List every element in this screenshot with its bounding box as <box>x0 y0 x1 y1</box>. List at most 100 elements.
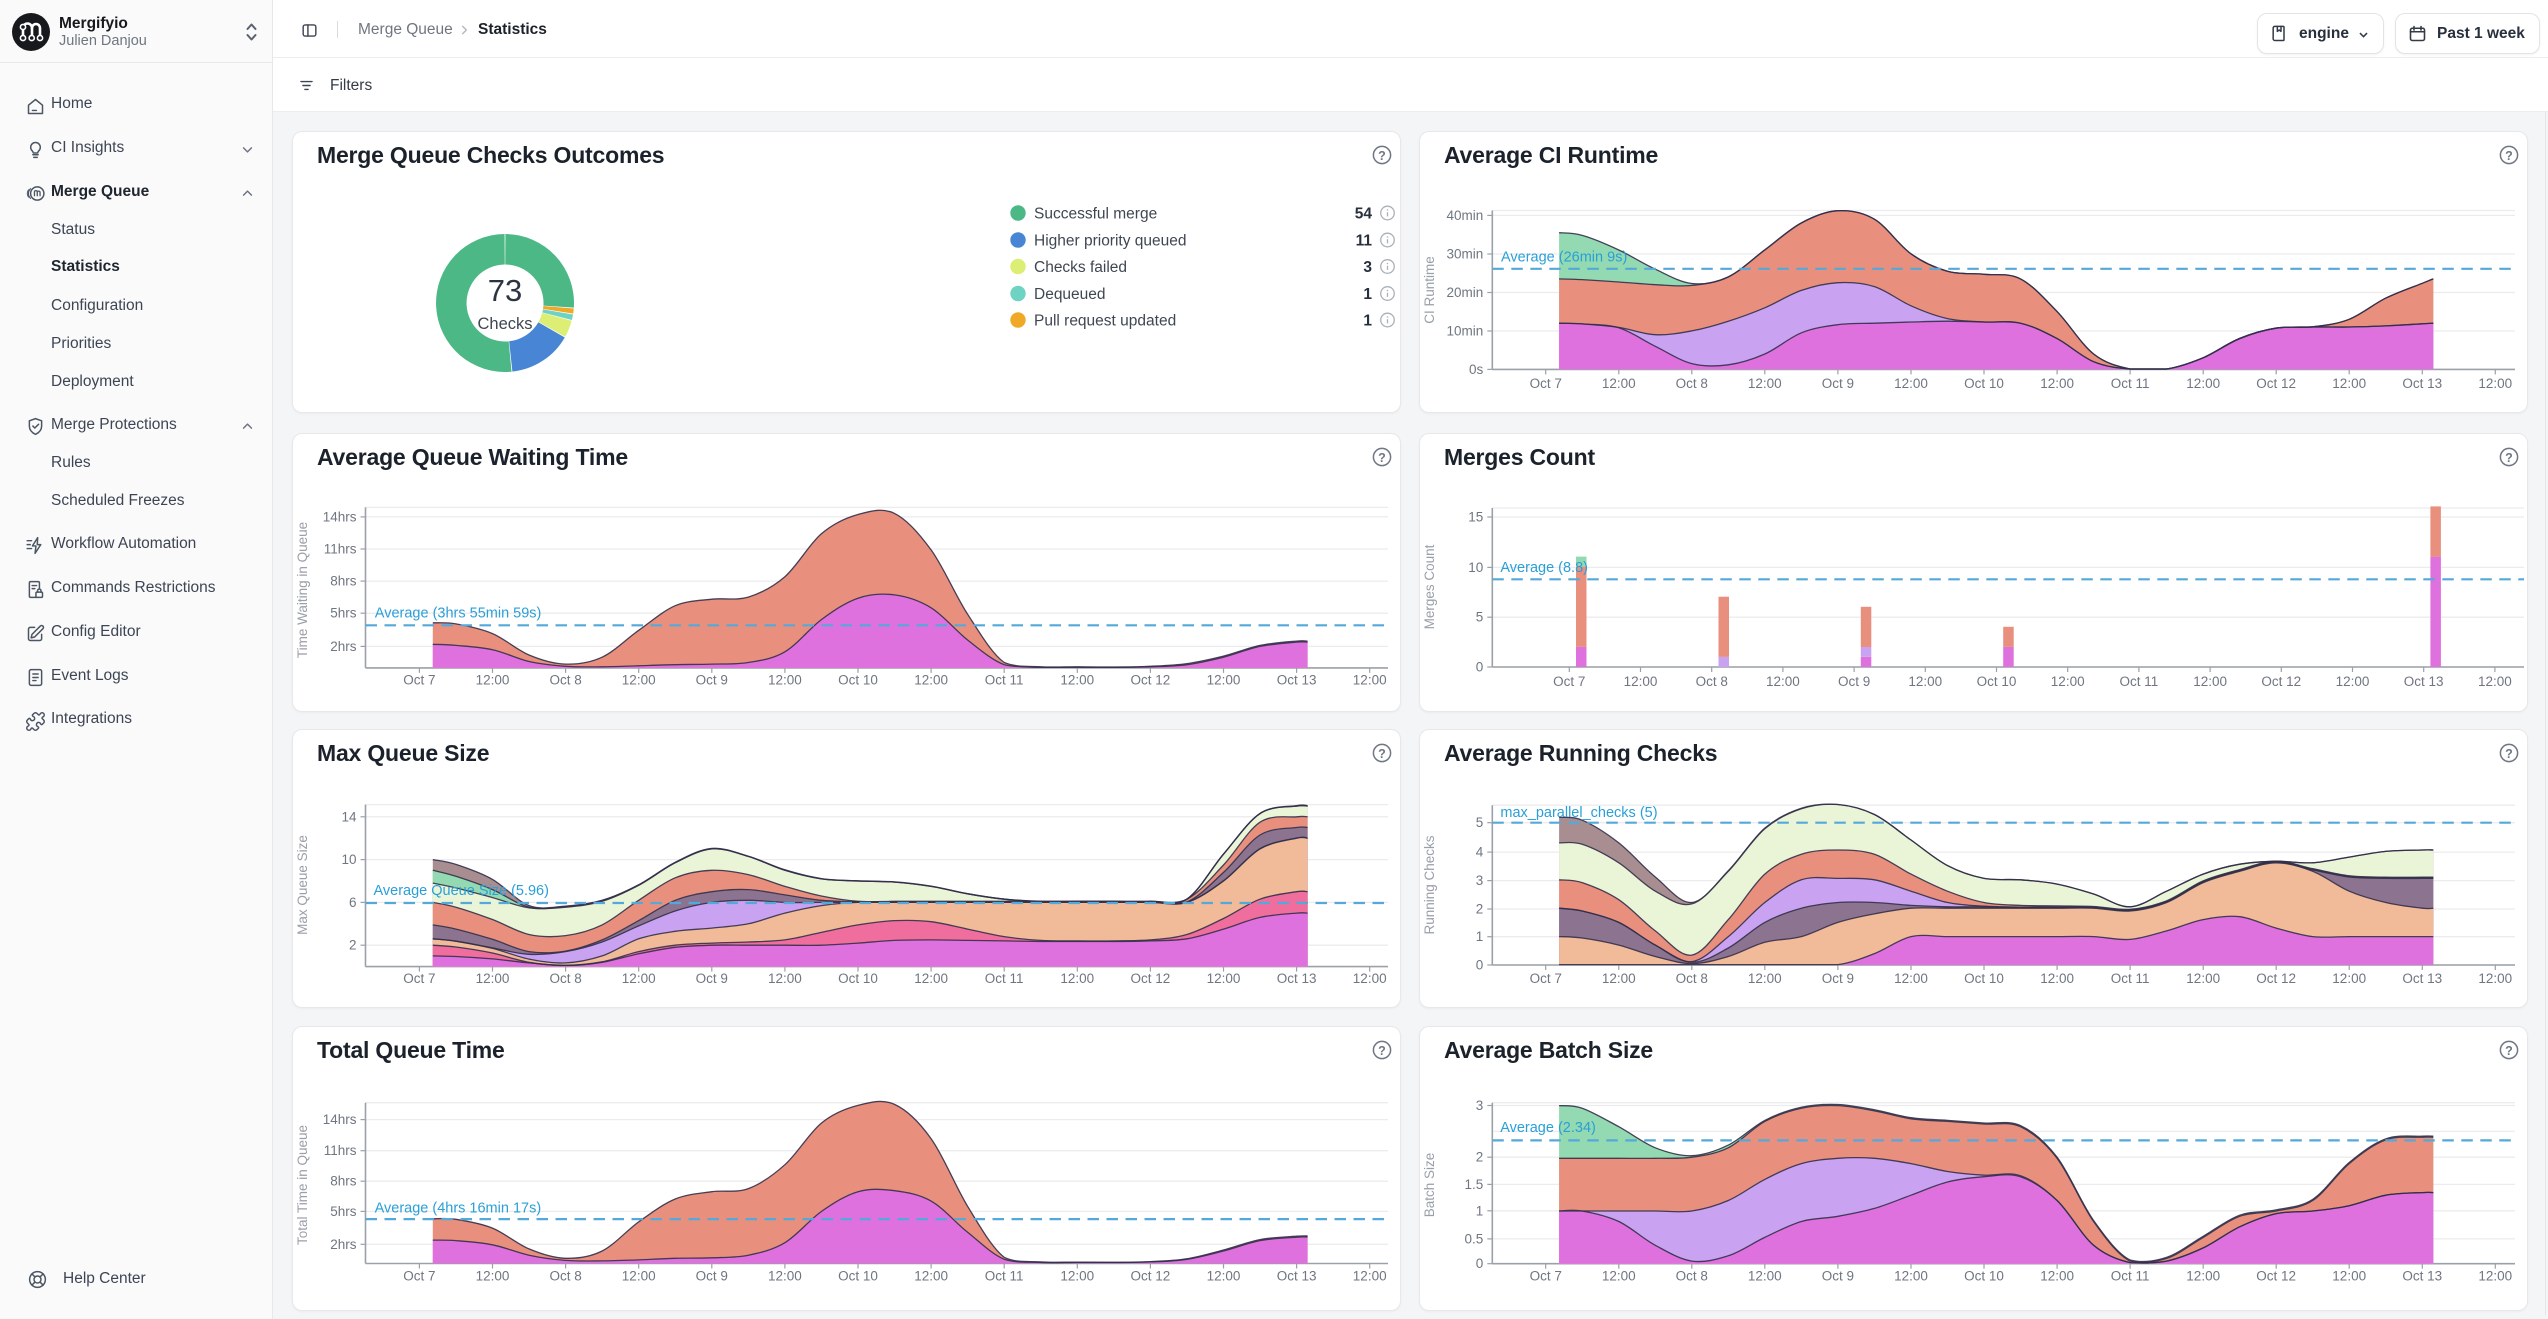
svg-text:Oct 10: Oct 10 <box>838 971 878 986</box>
svg-text:12:00: 12:00 <box>768 673 802 688</box>
svg-text:12:00: 12:00 <box>2186 376 2220 391</box>
svg-text:Average (3hrs 55min 59s): Average (3hrs 55min 59s) <box>375 606 542 622</box>
svg-text:Oct 11: Oct 11 <box>985 971 1024 986</box>
svg-text:Oct 8: Oct 8 <box>1676 1269 1708 1284</box>
svg-text:Oct 10: Oct 10 <box>1964 376 2004 391</box>
svg-text:Oct 8: Oct 8 <box>549 971 581 986</box>
svg-text:30min: 30min <box>1447 247 1484 262</box>
svg-text:12:00: 12:00 <box>476 673 510 688</box>
svg-text:12:00: 12:00 <box>1894 376 1928 391</box>
svg-text:?: ? <box>2505 149 2513 163</box>
svg-text:Oct 10: Oct 10 <box>1977 674 2017 689</box>
svg-text:12:00: 12:00 <box>1748 971 1782 986</box>
svg-text:5: 5 <box>1476 610 1484 625</box>
svg-text:Oct 7: Oct 7 <box>403 1269 435 1284</box>
svg-text:15: 15 <box>1468 510 1483 525</box>
svg-text:40min: 40min <box>1447 208 1484 223</box>
svg-text:Running Checks: Running Checks <box>1422 835 1437 934</box>
svg-text:0: 0 <box>1476 660 1484 675</box>
svg-text:12:00: 12:00 <box>1894 1269 1928 1284</box>
svg-text:Batch Size: Batch Size <box>1422 1153 1437 1218</box>
svg-text:12:00: 12:00 <box>2040 1269 2074 1284</box>
svg-text:Dequeued: Dequeued <box>1034 286 1106 303</box>
svg-text:Oct 12: Oct 12 <box>2256 971 2296 986</box>
svg-text:1: 1 <box>1363 313 1372 330</box>
svg-text:11hrs: 11hrs <box>324 542 357 557</box>
svg-text:12:00: 12:00 <box>2186 1269 2220 1284</box>
svg-text:Oct 13: Oct 13 <box>2402 1269 2442 1284</box>
svg-text:12:00: 12:00 <box>914 971 948 986</box>
svg-text:Oct 8: Oct 8 <box>549 673 581 688</box>
svg-text:12:00: 12:00 <box>1908 674 1942 689</box>
svg-text:Time Waiting in Queue: Time Waiting in Queue <box>295 522 310 658</box>
svg-text:CI Runtime: CI Runtime <box>1422 256 1437 324</box>
svg-text:54: 54 <box>1355 206 1373 223</box>
svg-text:Oct 9: Oct 9 <box>1822 971 1854 986</box>
svg-text:12:00: 12:00 <box>2478 1269 2512 1284</box>
svg-text:3: 3 <box>1476 1098 1484 1113</box>
svg-text:12:00: 12:00 <box>1602 376 1636 391</box>
svg-text:8hrs: 8hrs <box>330 1174 357 1189</box>
svg-text:Oct 13: Oct 13 <box>2404 674 2444 689</box>
svg-text:Max Queue Size: Max Queue Size <box>295 835 310 935</box>
svg-text:12:00: 12:00 <box>768 1269 802 1284</box>
svg-text:2: 2 <box>1476 1150 1484 1165</box>
svg-text:12:00: 12:00 <box>2186 971 2220 986</box>
svg-text:Checks failed: Checks failed <box>1034 259 1127 276</box>
svg-text:5hrs: 5hrs <box>330 606 357 621</box>
svg-text:3: 3 <box>1363 259 1372 276</box>
svg-text:Oct 7: Oct 7 <box>1530 376 1562 391</box>
svg-text:Oct 8: Oct 8 <box>549 1269 581 1284</box>
svg-text:12:00: 12:00 <box>2040 376 2074 391</box>
svg-text:12:00: 12:00 <box>1894 971 1928 986</box>
svg-text:12:00: 12:00 <box>1207 673 1241 688</box>
svg-text:0: 0 <box>1476 958 1484 973</box>
svg-text:5hrs: 5hrs <box>330 1204 357 1219</box>
svg-text:Oct 9: Oct 9 <box>696 971 728 986</box>
svg-text:1: 1 <box>1476 1203 1484 1218</box>
svg-text:Checks: Checks <box>477 315 532 333</box>
svg-text:12:00: 12:00 <box>1060 971 1094 986</box>
svg-text:Oct 7: Oct 7 <box>1553 674 1585 689</box>
svg-text:?: ? <box>1378 451 1386 465</box>
svg-text:10min: 10min <box>1447 324 1484 339</box>
svg-text:12:00: 12:00 <box>1766 674 1800 689</box>
svg-text:3: 3 <box>1476 873 1484 888</box>
svg-text:Oct 12: Oct 12 <box>2261 674 2301 689</box>
svg-text:Oct 10: Oct 10 <box>1964 1269 2004 1284</box>
svg-text:12:00: 12:00 <box>914 673 948 688</box>
svg-text:Oct 11: Oct 11 <box>2120 674 2159 689</box>
svg-text:Oct 9: Oct 9 <box>1838 674 1870 689</box>
svg-text:Oct 9: Oct 9 <box>696 1269 728 1284</box>
svg-text:Oct 11: Oct 11 <box>985 1269 1024 1284</box>
svg-text:Oct 7: Oct 7 <box>1530 1269 1562 1284</box>
svg-text:12:00: 12:00 <box>1602 1269 1636 1284</box>
svg-text:1.5: 1.5 <box>1465 1177 1484 1192</box>
svg-text:0s: 0s <box>1469 362 1484 377</box>
svg-text:10: 10 <box>341 852 356 867</box>
svg-text:12:00: 12:00 <box>2336 674 2370 689</box>
svg-text:Merges Count: Merges Count <box>1422 544 1437 629</box>
svg-text:12:00: 12:00 <box>1602 971 1636 986</box>
svg-text:11hrs: 11hrs <box>324 1143 357 1158</box>
svg-text:12:00: 12:00 <box>622 1269 656 1284</box>
svg-text:Oct 9: Oct 9 <box>1822 376 1854 391</box>
svg-text:12:00: 12:00 <box>914 1269 948 1284</box>
svg-text:10: 10 <box>1468 560 1483 575</box>
svg-text:8hrs: 8hrs <box>330 574 357 589</box>
svg-text:Oct 11: Oct 11 <box>2111 376 2150 391</box>
svg-text:Average (26min 9s): Average (26min 9s) <box>1501 250 1627 266</box>
svg-text:12:00: 12:00 <box>1060 673 1094 688</box>
svg-text:Oct 13: Oct 13 <box>2402 971 2442 986</box>
svg-text:2hrs: 2hrs <box>330 1237 357 1252</box>
svg-text:12:00: 12:00 <box>2332 1269 2366 1284</box>
svg-text:5: 5 <box>1476 815 1484 830</box>
svg-text:Average (4hrs 16min 17s): Average (4hrs 16min 17s) <box>375 1201 542 1217</box>
svg-text:Oct 12: Oct 12 <box>1131 971 1171 986</box>
svg-text:Oct 10: Oct 10 <box>838 1269 878 1284</box>
svg-text:?: ? <box>2505 1044 2513 1058</box>
svg-text:4: 4 <box>1476 845 1484 860</box>
svg-text:12:00: 12:00 <box>476 971 510 986</box>
svg-text:12:00: 12:00 <box>1207 1269 1241 1284</box>
svg-text:14: 14 <box>341 809 357 824</box>
